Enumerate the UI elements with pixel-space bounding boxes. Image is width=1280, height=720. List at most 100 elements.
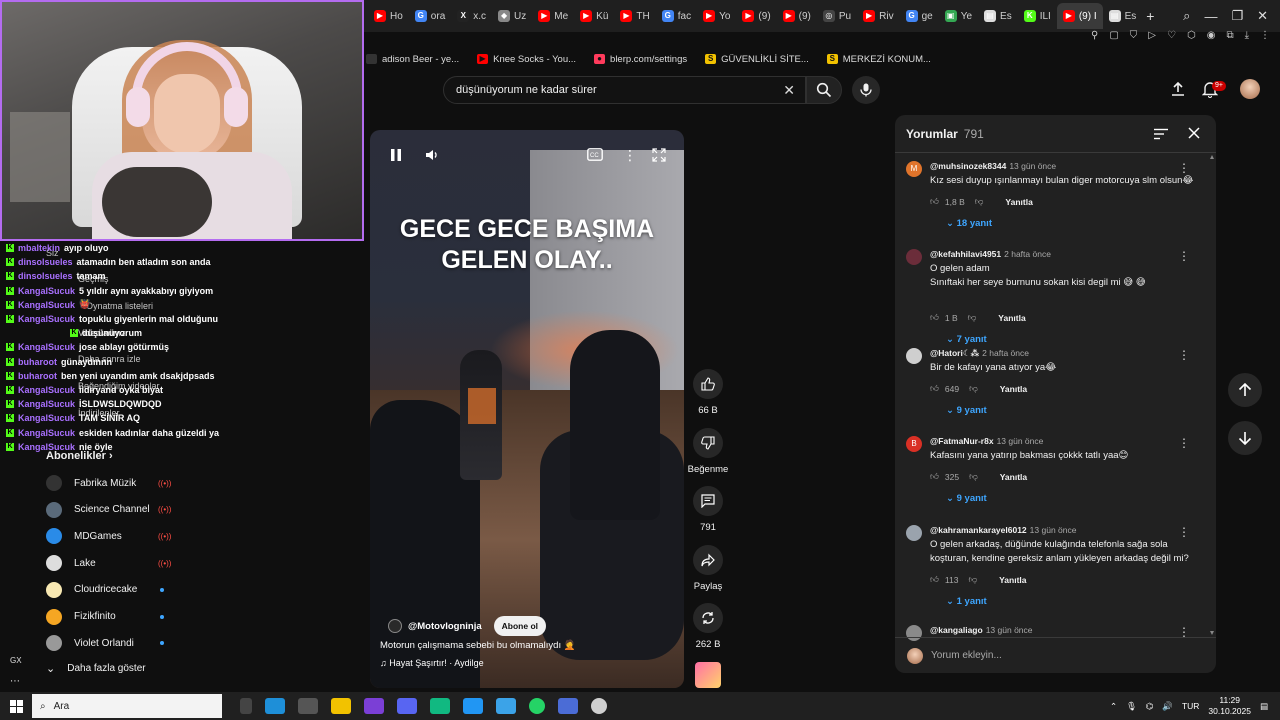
previous-short-button[interactable] [1228,373,1262,407]
view-replies-button[interactable]: ⌄ 1 yanıt [946,596,987,607]
comment-author[interactable]: @muhsinozek8344 [930,161,1006,171]
comment-author[interactable]: @FatmaNur-r8x [930,436,994,446]
browser-tab[interactable]: ◎ Pu [817,3,857,29]
clear-search-icon[interactable]: ✕ [783,82,795,99]
shield-icon[interactable]: ⛉ [1130,30,1138,41]
opera-gx-icon[interactable] [298,698,318,714]
clock[interactable]: 11:29 30.10.2025 [1208,695,1251,717]
app-icon-white[interactable] [591,698,607,714]
app-icon-purple[interactable] [364,698,384,714]
bookmark-item[interactable]: S MERKEZİ KONUM... [826,54,931,65]
commenter-avatar[interactable]: M [906,161,922,177]
subscription-item[interactable]: Cloudricecake [46,581,164,598]
show-more-button[interactable]: ⌄ Daha fazla göster [46,662,146,675]
comment-author[interactable]: @kahramankarayel6012 [930,525,1027,535]
new-tab-button[interactable]: + [1146,8,1154,24]
commenter-avatar[interactable] [906,348,922,364]
browser-tab[interactable]: ◆ Uz [492,3,532,29]
app-icon-lightblue[interactable] [496,698,516,714]
music-thumbnail[interactable] [695,662,721,688]
reply-button[interactable]: Yanıtla [1000,384,1027,394]
start-button[interactable] [0,699,32,713]
commenter-avatar[interactable] [906,525,922,541]
reply-button[interactable]: Yanıtla [1005,197,1032,207]
play-icon[interactable]: ▷ [1148,30,1156,41]
close-window-button[interactable]: ✕ [1257,8,1268,24]
shorts-video-player[interactable]: GECE GECE BAŞIMA GELEN OLAY.. CC ⋮ @Moto… [370,130,684,688]
comment-author[interactable]: @kangaliago [930,625,983,635]
thumbs-down-icon[interactable]: 👎︎ [968,574,977,585]
cube-icon[interactable]: ⬡ [1187,30,1196,41]
thumbs-down-icon[interactable]: 👎︎ [975,196,984,207]
profile-icon[interactable]: ◉ [1207,30,1216,41]
subscription-item[interactable]: Science Channel ((•)) [46,501,171,518]
taskbar-search[interactable]: ⌕ Ara [32,694,222,718]
view-replies-button[interactable]: ⌄ 18 yanıt [946,218,992,229]
subscription-item[interactable]: Fizikfinito [46,608,164,625]
account-avatar[interactable] [1240,79,1260,99]
heart-icon[interactable]: ♡ [1167,30,1176,41]
bookmark-item[interactable]: S GÜVENLİKLİ SİTE... [705,54,809,65]
browser-tab[interactable]: ▶ TH [614,3,655,29]
browser-tab[interactable]: ▶ Me [532,3,574,29]
channel-name[interactable]: @Motovlogninja [408,621,482,632]
comment-menu-icon[interactable]: ⋮ [1178,249,1190,263]
thumbs-down-icon[interactable]: 👎︎ [969,471,978,482]
create-button[interactable] [1170,81,1186,102]
share-button[interactable]: Paylaş [690,545,726,592]
chevron-up-icon[interactable]: ⌃ [1110,701,1117,712]
subscription-item[interactable]: Violet Orlandi [46,635,164,652]
thumbs-up-icon[interactable]: 👍︎ [930,471,939,482]
search-tabs-icon[interactable]: ⌕ [1183,8,1190,24]
thumbs-up-icon[interactable]: 👍︎ [930,196,939,207]
comment-author[interactable]: @Hatori☾⁂ [930,348,979,358]
task-view-icon[interactable] [240,698,252,714]
bookmark-item[interactable]: ● blerp.com/settings [594,54,687,65]
like-button[interactable]: 66 B [690,369,726,416]
comments-scrollbar[interactable] [1210,155,1214,635]
volume-button[interactable] [425,148,439,167]
app-icon-blue[interactable] [463,698,483,714]
commenter-avatar[interactable]: B [906,436,922,452]
view-replies-button[interactable]: ⌄ 9 yanıt [946,493,987,504]
sort-comments-button[interactable] [1154,127,1168,145]
browser-tab[interactable]: ▣ Ye [939,3,978,29]
download-icon[interactable]: ⤓ [1245,30,1249,41]
app-icon-green[interactable] [430,698,450,714]
browser-tab[interactable]: Gge [900,3,939,29]
comments-button[interactable]: 791 [690,486,726,533]
minimize-button[interactable]: — [1204,9,1217,24]
browser-tab[interactable]: ▶ Riv [857,3,899,29]
browser-tab[interactable]: Gfac [656,3,697,29]
edge-icon[interactable] [265,698,285,714]
subscribe-button[interactable]: Abone ol [493,616,547,636]
browser-tab[interactable]: Gora [409,3,451,29]
browser-tab[interactable]: ▶ (9) [777,3,817,29]
discord-icon[interactable] [397,698,417,714]
browser-tab[interactable]: K ILI [1018,3,1057,29]
pin-icon[interactable]: ⚲ [1091,30,1098,41]
browser-tab[interactable]: ▶ Yo [697,3,736,29]
fullscreen-button[interactable] [652,148,666,167]
reply-button[interactable]: Yanıtla [1000,472,1027,482]
extensions-icon[interactable]: ⧉ [1226,30,1233,41]
more-options-icon[interactable]: ⋯ [10,676,20,687]
search-input[interactable]: düşünüyorum ne kadar sürer ✕ [443,76,806,104]
browser-tab[interactable]: ▶ (9) [736,3,776,29]
close-comments-button[interactable] [1188,126,1200,144]
video-description[interactable]: Motorun çalışmama sebebi bu olmamalıydı … [380,640,576,651]
commenter-avatar[interactable] [906,249,922,265]
next-short-button[interactable] [1228,421,1262,455]
search-button[interactable] [806,76,842,104]
browser-tab[interactable]: Xx.c [451,3,492,29]
language-indicator[interactable]: TUR [1182,701,1199,711]
subscription-item[interactable]: Fabrika Müzik ((•)) [46,475,171,491]
notification-center-icon[interactable]: ▤ [1260,701,1268,712]
pause-button[interactable] [390,148,402,167]
thumbs-down-icon[interactable]: 👎︎ [968,312,977,323]
thumbs-up-icon[interactable]: 👍︎ [930,312,939,323]
menu-icon[interactable]: ⋮ [1260,30,1270,41]
reply-button[interactable]: Yanıtla [998,313,1025,323]
comment-menu-icon[interactable]: ⋮ [1178,525,1190,539]
more-options-icon[interactable]: ⋮ [623,148,637,162]
